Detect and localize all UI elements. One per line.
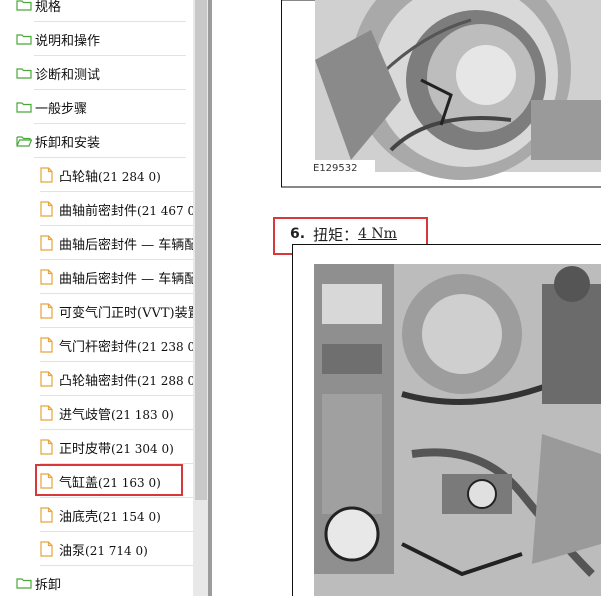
document-icon <box>40 405 53 421</box>
tree-item-label: 气门杆密封件(21 238 0) <box>59 339 193 355</box>
document-viewer: E129532 6. 扭矩： 4 Nm <box>212 0 601 596</box>
tree-doc-valve-stem-seal[interactable]: 气门杆密封件(21 238 0) <box>40 328 193 362</box>
folder-icon <box>16 0 32 11</box>
tree-item-label: 说明和操作 <box>35 33 101 49</box>
document-icon <box>40 167 53 183</box>
tree-folder-description[interactable]: 说明和操作 <box>16 22 186 56</box>
document-icon <box>40 337 53 353</box>
sidebar-scrollbar-thumb[interactable] <box>195 0 207 500</box>
tree-item-label: 凸轮轴(21 284 0) <box>59 169 161 185</box>
tree-folder-specifications[interactable]: 规格 <box>16 0 186 22</box>
document-icon <box>40 269 53 285</box>
tree-item-label: 诊断和测试 <box>35 67 101 83</box>
tree-doc-oil-pan[interactable]: 油底壳(21 154 0) <box>40 498 193 532</box>
folder-open-icon <box>16 136 32 147</box>
document-icon <box>40 235 53 251</box>
sidebar-tree: 规格 说明和操作 诊断和测试 一般步骤 拆卸和安装 凸轮轴(21 284 0) … <box>0 0 193 596</box>
tree-doc-vvt-unit[interactable]: 可变气门正时(VVT)装置 <box>40 294 193 328</box>
tree-folder-general-procedures[interactable]: 一般步骤 <box>16 90 186 124</box>
folder-icon <box>16 34 32 45</box>
tree-item-label: 正时皮带(21 304 0) <box>59 441 174 457</box>
tree-doc-crank-rear-seal-1[interactable]: 曲轴后密封件 — 车辆配 <box>40 226 193 260</box>
engine-figure-bottom <box>292 244 601 596</box>
folder-icon <box>16 102 32 113</box>
tree-doc-intake-manifold[interactable]: 进气歧管(21 183 0) <box>40 396 193 430</box>
tree-item-label: 规格 <box>35 0 62 15</box>
tree-folder-removal-installation[interactable]: 拆卸和安装 <box>16 124 186 158</box>
document-icon <box>40 303 53 319</box>
tree-item-label: 曲轴前密封件(21 467 0) <box>59 203 193 219</box>
document-icon <box>40 371 53 387</box>
selected-item-highlight <box>35 464 183 496</box>
tree-item-label: 曲轴后密封件 — 车辆配 <box>59 271 193 287</box>
document-icon <box>40 541 53 557</box>
folder-icon <box>16 578 32 589</box>
tree-doc-crank-front-seal[interactable]: 曲轴前密封件(21 467 0) <box>40 192 193 226</box>
tree-doc-camshaft-seal[interactable]: 凸轮轴密封件(21 288 0) <box>40 362 193 396</box>
tree-doc-oil-pump[interactable]: 油泵(21 714 0) <box>40 532 193 566</box>
tree-item-label: 可变气门正时(VVT)装置 <box>59 305 193 321</box>
tree-doc-crank-rear-seal-2[interactable]: 曲轴后密封件 — 车辆配 <box>40 260 193 294</box>
tree-item-label: 曲轴后密封件 — 车辆配 <box>59 237 193 253</box>
tree-folder-diagnosis[interactable]: 诊断和测试 <box>16 56 186 90</box>
tree-item-label: 凸轮轴密封件(21 288 0) <box>59 373 193 389</box>
document-icon <box>40 201 53 217</box>
tree-folder-disassembly[interactable]: 拆卸 <box>16 566 186 596</box>
tree-item-label: 油泵(21 714 0) <box>59 543 148 559</box>
document-icon <box>40 439 53 455</box>
tree-doc-timing-belt[interactable]: 正时皮带(21 304 0) <box>40 430 193 464</box>
figure-code: E129532 <box>313 163 358 174</box>
tree-item-label: 一般步骤 <box>35 101 88 117</box>
tree-item-label: 拆卸 <box>35 577 62 593</box>
tree-item-label: 拆卸和安装 <box>35 135 101 151</box>
tree-item-label: 油底壳(21 154 0) <box>59 509 161 525</box>
folder-icon <box>16 68 32 79</box>
tree-doc-camshaft[interactable]: 凸轮轴(21 284 0) <box>40 158 193 192</box>
engine-figure-top <box>281 0 601 188</box>
tree-item-label: 进气歧管(21 183 0) <box>59 407 174 423</box>
document-icon <box>40 507 53 523</box>
